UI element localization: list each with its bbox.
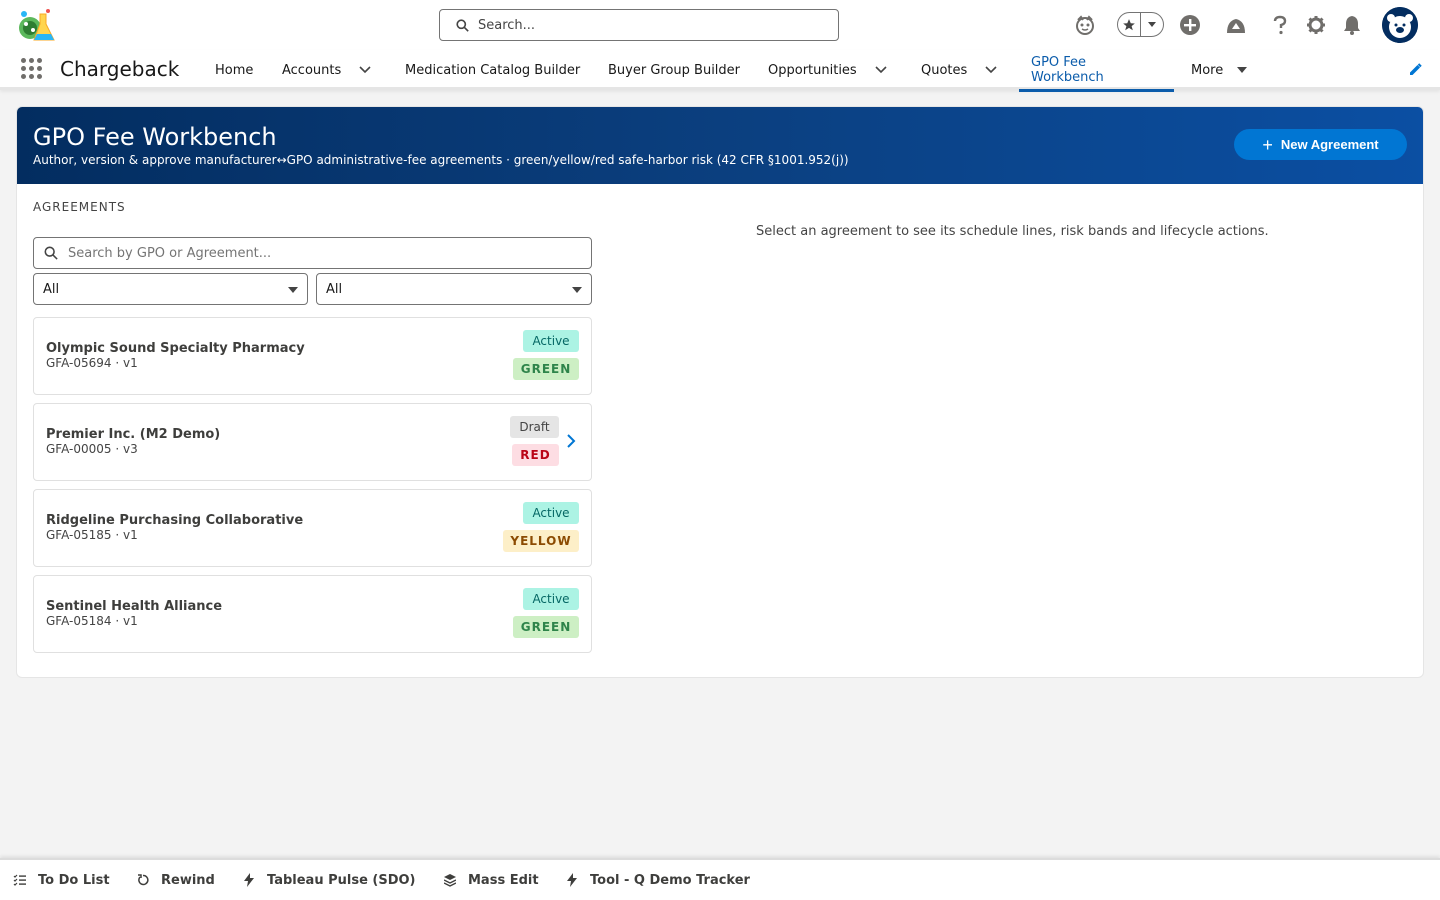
risk-filter-select[interactable]: All (316, 273, 592, 305)
app-name: Chargeback (60, 57, 180, 81)
status-badge: Active (523, 588, 579, 610)
risk-badge: GREEN (513, 616, 579, 638)
agreement-row[interactable]: Sentinel Health Alliance GFA-05184 · v1 … (33, 575, 592, 653)
nav-item-accounts[interactable]: Accounts (282, 50, 341, 90)
utility-label: Tableau Pulse (SDO) (267, 872, 416, 888)
risk-filter-value: All (326, 281, 343, 297)
edit-nav-pencil-icon[interactable] (1408, 62, 1424, 78)
utility-item-mass-edit[interactable]: Mass Edit (444, 860, 539, 900)
agreement-id-version: GFA-05184 · v1 (46, 614, 138, 628)
opportunities-menu-chevron-icon[interactable] (873, 62, 889, 78)
nav-item-buyer-group-builder[interactable]: Buyer Group Builder (608, 50, 740, 90)
gpo-fee-workbench-card: GPO Fee Workbench Author, version & appr… (16, 106, 1424, 678)
chevron-down-icon (572, 287, 582, 293)
agreement-name: Premier Inc. (M2 Demo) (46, 427, 221, 442)
lightning-icon (567, 873, 577, 887)
notifications-bell-icon[interactable] (1340, 13, 1364, 37)
utility-label: To Do List (38, 872, 110, 888)
risk-badge: RED (512, 444, 559, 466)
utility-label: Tool - Q Demo Tracker (590, 872, 750, 888)
nav-item-quotes[interactable]: Quotes (921, 50, 967, 90)
nav-item-more[interactable]: More (1191, 50, 1223, 90)
nav-item-home[interactable]: Home (215, 50, 253, 90)
agreement-name: Sentinel Health Alliance (46, 599, 223, 614)
agreement-id-version: GFA-00005 · v3 (46, 442, 138, 456)
status-badge: Active (523, 330, 579, 352)
rewind-icon (138, 874, 149, 886)
favorites-menu-chevron-icon[interactable] (1141, 21, 1163, 29)
agreement-row[interactable]: Ridgeline Purchasing Collaborative GFA-0… (33, 489, 592, 567)
risk-badge: GREEN (513, 358, 579, 380)
global-header: Search... (0, 0, 1440, 50)
agreement-row[interactable]: Olympic Sound Specialty Pharmacy GFA-056… (33, 317, 592, 395)
help-icon[interactable] (1268, 13, 1292, 37)
status-badge: Active (523, 502, 579, 524)
page-banner: GPO Fee Workbench Author, version & appr… (17, 107, 1423, 184)
einstein-icon[interactable] (1073, 13, 1097, 37)
favorites-button-group[interactable] (1117, 12, 1164, 37)
agreement-name: Olympic Sound Specialty Pharmacy (46, 341, 305, 356)
utility-item-to-do-list[interactable]: To Do List (13, 860, 110, 900)
agreement-id-version: GFA-05185 · v1 (46, 528, 138, 542)
agreement-search-placeholder: Search by GPO or Agreement... (68, 245, 272, 261)
utility-label: Mass Edit (468, 872, 539, 888)
utility-item-tableau-pulse[interactable]: Tableau Pulse (SDO) (243, 860, 416, 900)
utility-item-rewind[interactable]: Rewind (137, 860, 215, 900)
add-icon[interactable] (1178, 13, 1202, 37)
todo-list-icon (13, 874, 26, 886)
lightning-icon (244, 873, 254, 887)
global-search-input[interactable]: Search... (439, 9, 839, 41)
new-agreement-label: New Agreement (1280, 137, 1379, 152)
favorites-star-icon[interactable] (1118, 13, 1142, 36)
chevron-right-icon[interactable] (563, 433, 579, 449)
app-nav-bar: Chargeback Home Accounts Medication Cata… (0, 50, 1440, 92)
page-title: GPO Fee Workbench (33, 123, 277, 151)
trailhead-icon[interactable] (1224, 13, 1248, 37)
agreement-name: Ridgeline Purchasing Collaborative (46, 513, 304, 528)
chevron-down-icon (288, 287, 298, 293)
agreement-id-version: GFA-05694 · v1 (46, 356, 138, 370)
more-menu-caret-icon[interactable] (1234, 62, 1250, 78)
agreement-row[interactable]: Premier Inc. (M2 Demo) GFA-00005 · v3 Dr… (33, 403, 592, 481)
status-badge: Draft (510, 416, 559, 438)
detail-empty-hint: Select an agreement to see its schedule … (756, 224, 1269, 239)
new-agreement-button[interactable]: + New Agreement (1234, 129, 1407, 160)
user-avatar[interactable] (1382, 7, 1418, 43)
setup-gear-icon[interactable] (1304, 13, 1328, 37)
nav-item-opportunities[interactable]: Opportunities (768, 50, 857, 90)
utility-bar: To Do List Rewind Tableau Pulse (SDO) Ma… (0, 858, 1440, 900)
app-logo[interactable] (16, 6, 56, 46)
page-subtitle: Author, version & approve manufacturer↔G… (33, 153, 849, 167)
global-search-placeholder: Search... (478, 17, 536, 33)
utility-label: Rewind (161, 872, 215, 888)
search-icon (456, 18, 469, 32)
plus-icon: + (1262, 134, 1273, 155)
nav-item-medication-catalog-builder[interactable]: Medication Catalog Builder (405, 50, 580, 90)
app-launcher-icon[interactable] (21, 58, 43, 80)
agreement-search-input[interactable]: Search by GPO or Agreement... (33, 237, 592, 269)
status-filter-value: All (43, 281, 60, 297)
accounts-menu-chevron-icon[interactable] (357, 62, 373, 78)
layers-icon (444, 873, 456, 887)
nav-item-gpo-fee-workbench[interactable]: GPO Fee Workbench (1019, 50, 1174, 92)
search-icon (44, 246, 58, 260)
nav-item-gpo-fee-workbench-label: GPO Fee Workbench (1031, 55, 1104, 85)
utility-item-q-demo-tracker[interactable]: Tool - Q Demo Tracker (566, 860, 750, 900)
risk-badge: YELLOW (503, 530, 579, 552)
agreements-section-label: AGREEMENTS (33, 200, 126, 214)
quotes-menu-chevron-icon[interactable] (983, 62, 999, 78)
status-filter-select[interactable]: All (33, 273, 308, 305)
